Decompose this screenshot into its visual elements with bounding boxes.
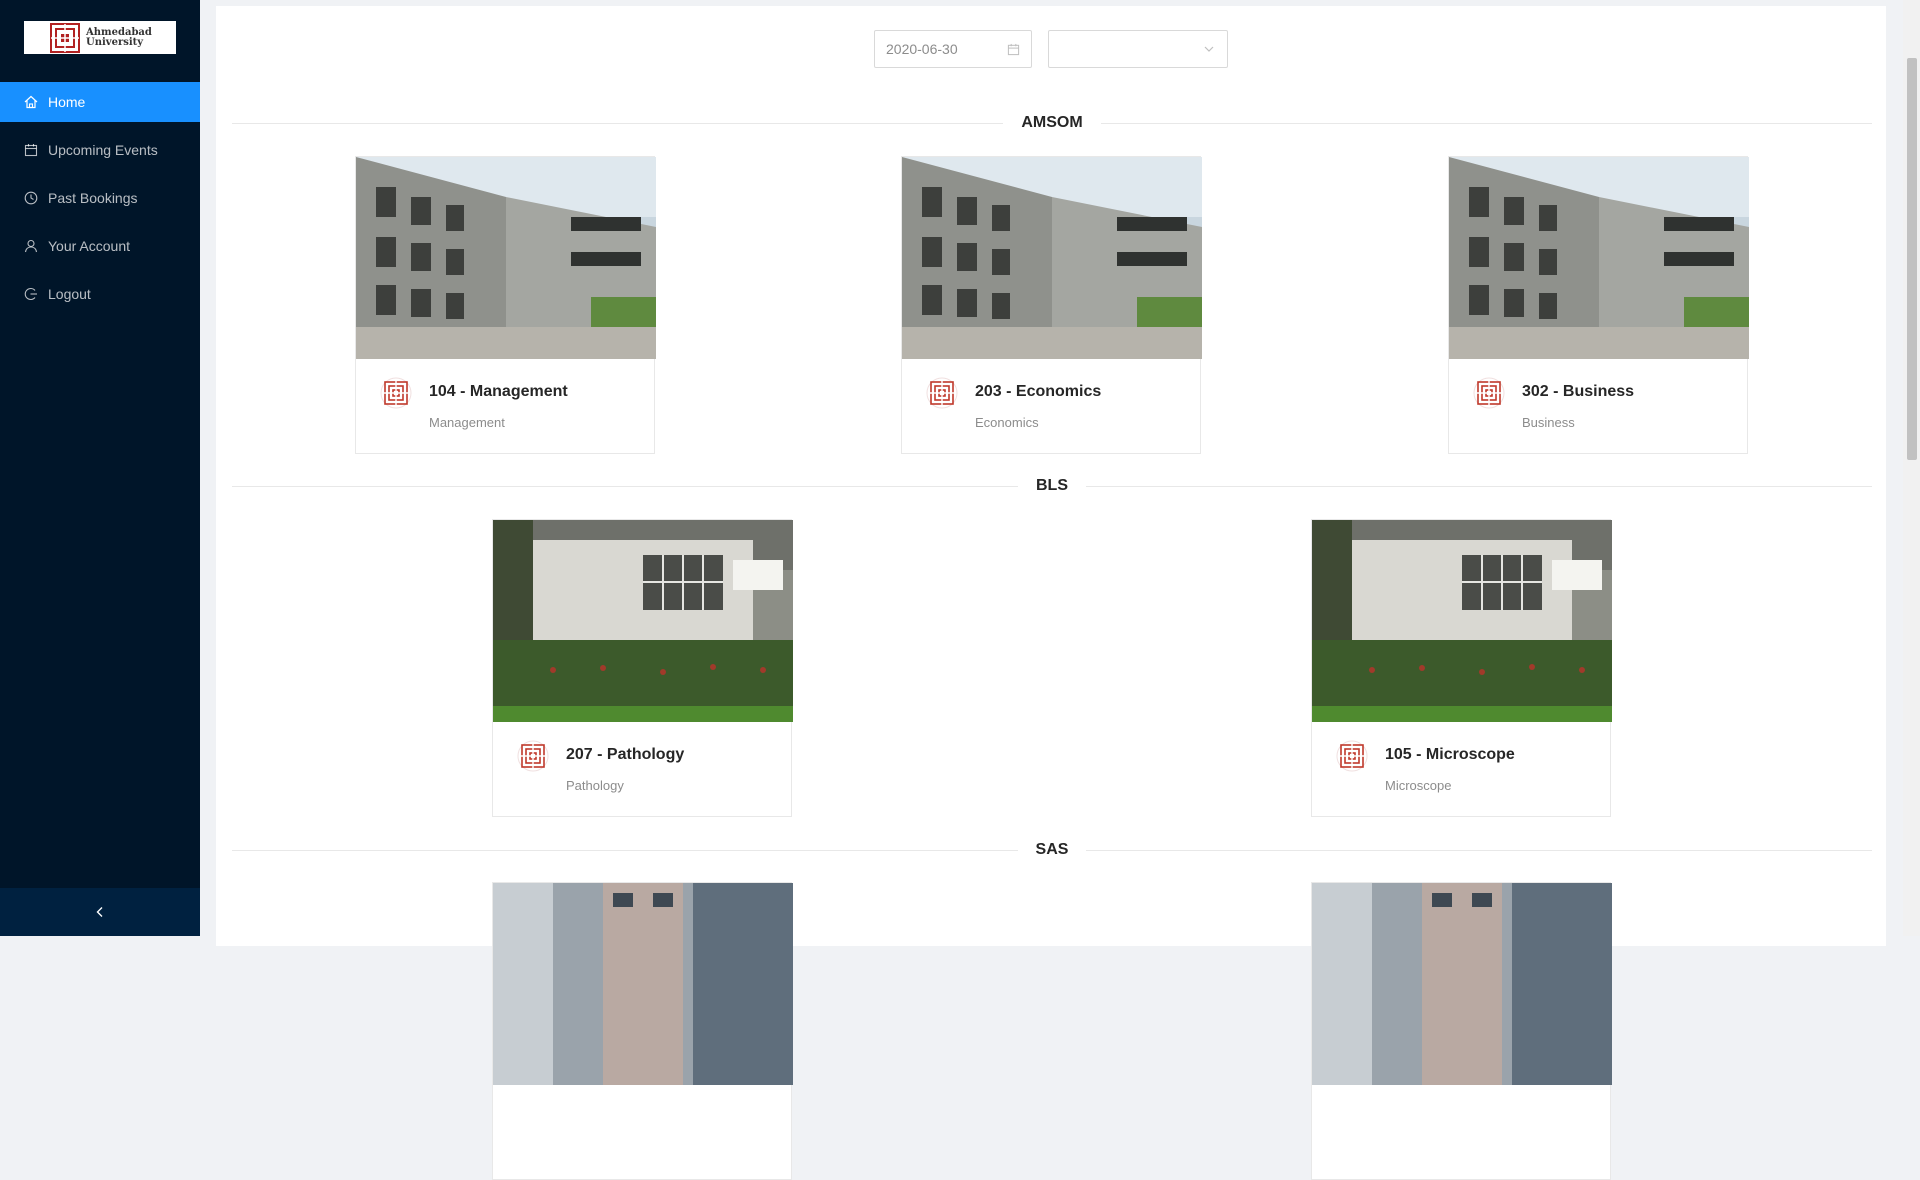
sidebar-item-label: Home (48, 94, 86, 110)
sidebar-item-label: Logout (48, 286, 91, 302)
sidebar-item-home[interactable]: Home (0, 82, 200, 122)
room-avatar-icon (1336, 740, 1368, 772)
calendar-icon (24, 143, 38, 157)
room-card[interactable] (492, 882, 793, 1180)
chevron-left-icon (96, 907, 103, 917)
room-card[interactable] (1311, 882, 1612, 1180)
lab-building-photo (493, 520, 793, 722)
sidebar: Ahmedabad University Home Upcoming Event… (0, 0, 200, 936)
lab-building-photo (1312, 520, 1612, 722)
section-title: AMSOM (1021, 114, 1083, 131)
room-title: 203 - Economics (975, 383, 1102, 400)
room-description: Microscope (1385, 778, 1452, 793)
university-logo[interactable]: Ahmedabad University (24, 21, 176, 54)
calendar-icon (1007, 43, 1020, 55)
date-value: 2020-06-30 (886, 41, 958, 57)
sas-building-photo (1312, 883, 1612, 1085)
filter-bar: 2020-06-30 (874, 30, 1228, 68)
sidebar-collapse-button[interactable] (0, 888, 200, 936)
room-description: Management (429, 415, 505, 430)
room-title: 105 - Microscope (1385, 746, 1515, 763)
room-card[interactable]: 302 - Business Business (1448, 156, 1749, 454)
section-title: SAS (1035, 841, 1069, 858)
sidebar-item-past-bookings[interactable]: Past Bookings (0, 178, 200, 218)
sidebar-item-logout[interactable]: Logout (0, 274, 200, 314)
building-photo (356, 157, 656, 359)
logo-mark-icon (50, 23, 80, 53)
user-icon (24, 239, 38, 253)
clock-icon (24, 191, 38, 205)
sidebar-item-your-account[interactable]: Your Account (0, 226, 200, 266)
section-divider-bls: BLS (232, 476, 1872, 496)
logo-text: Ahmedabad University (86, 27, 152, 48)
scrollbar-thumb[interactable] (1907, 58, 1917, 460)
school-select[interactable] (1048, 30, 1228, 68)
sidebar-item-label: Upcoming Events (48, 142, 158, 158)
section-divider-amsom: AMSOM (232, 113, 1872, 133)
room-description: Economics (975, 415, 1039, 430)
building-photo (902, 157, 1202, 359)
room-title: 207 - Pathology (566, 746, 685, 763)
main-content: 2020-06-30 AMSOM BLS SAS 104 - Managemen… (216, 6, 1886, 1180)
room-description: Pathology (566, 778, 624, 793)
sas-building-photo (493, 883, 793, 1085)
sidebar-item-label: Your Account (48, 238, 130, 254)
section-divider-sas: SAS (232, 840, 1872, 860)
room-title: 302 - Business (1522, 383, 1635, 400)
sidebar-menu: Home Upcoming Events Past Bookings Your … (0, 82, 200, 322)
home-icon (24, 95, 38, 109)
section-title: BLS (1036, 477, 1068, 494)
building-photo (1449, 157, 1749, 359)
room-description: Business (1522, 415, 1575, 430)
room-card[interactable]: 203 - Economics Economics (901, 156, 1202, 454)
room-avatar-icon (380, 377, 412, 409)
room-avatar-icon (926, 377, 958, 409)
room-card[interactable]: 104 - Management Management (355, 156, 656, 454)
sidebar-item-upcoming-events[interactable]: Upcoming Events (0, 130, 200, 170)
sidebar-item-label: Past Bookings (48, 190, 138, 206)
chevron-down-icon (1204, 46, 1214, 52)
room-avatar-icon (517, 740, 549, 772)
room-title: 104 - Management (429, 383, 568, 400)
room-card[interactable]: 105 - Microscope Microscope (1311, 519, 1612, 817)
logout-icon (24, 287, 38, 301)
page-scrollbar[interactable] (1903, 0, 1920, 936)
room-avatar-icon (1473, 377, 1505, 409)
room-card[interactable]: 207 - Pathology Pathology (492, 519, 793, 817)
date-picker[interactable]: 2020-06-30 (874, 30, 1032, 68)
